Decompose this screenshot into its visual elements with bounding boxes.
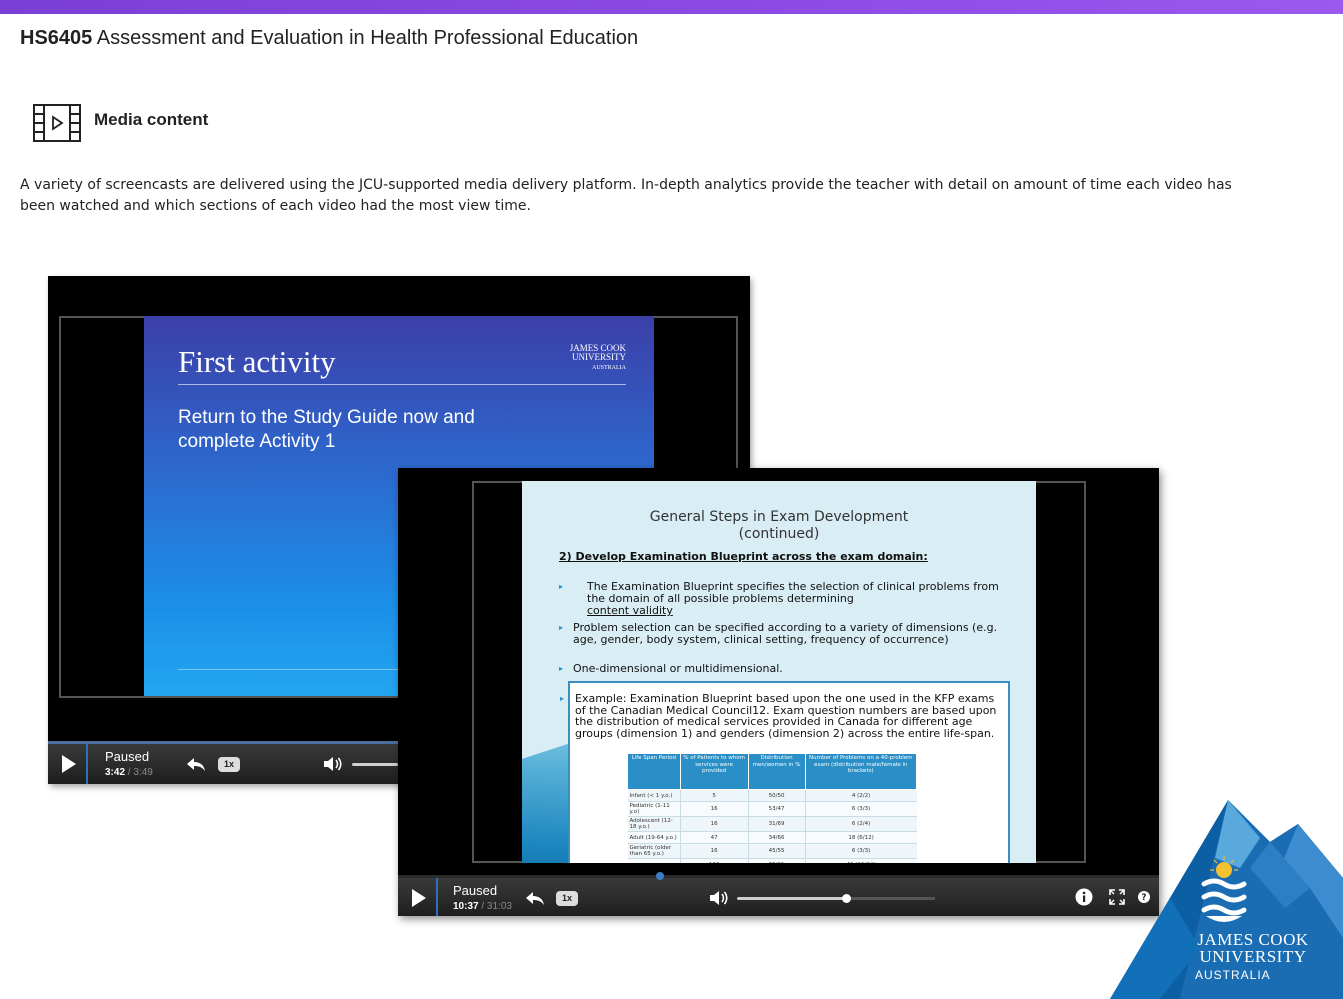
video-player-2[interactable]: General Steps in Exam Development (contin… <box>398 468 1159 916</box>
table-row: 10039/6140 (16/24) <box>627 858 917 863</box>
table-row: Infant (< 1 y.o.) 5 50/50 4 (2/2) <box>627 789 917 802</box>
table-header: Number of Problems on a 40-problem exam … <box>804 753 918 790</box>
table-row: Adolescent (12-18 y.o.) 16 31/69 6 (2/4) <box>627 816 917 832</box>
time-display: 3:42 / 3:49 <box>105 767 153 778</box>
slide-text: Return to the Study Guide now and comple… <box>178 407 475 452</box>
table-cell: 53/47 <box>747 801 806 817</box>
blueprint-table: Life Span Period% of Patients to whom se… <box>627 753 918 863</box>
table-cell: 6 (2/4) <box>804 816 917 832</box>
slide-exam-development: General Steps in Exam Development (contin… <box>522 481 1036 863</box>
page-title: HS6405 Assessment and Evaluation in Heal… <box>20 27 638 50</box>
table-row: Geriatric (older than 65 y.o.) 16 45/55 6 (… <box>627 843 917 859</box>
slide-title: First activity <box>178 344 336 379</box>
table-header: % of Patients to whom services were prov… <box>679 753 749 790</box>
slide-divider <box>178 384 626 385</box>
playback-speed-button[interactable]: 1x <box>556 891 578 906</box>
slide-bullet: One-dimensional or multidimensional. <box>559 663 1019 676</box>
video-film-icon <box>33 104 81 142</box>
jcu-logo-text: JAMES COOK UNIVERSITY AUSTRALIA <box>1195 930 1309 982</box>
table-cell: 6 (3/3) <box>804 843 917 859</box>
table-cell: 6 (3/3) <box>804 801 917 817</box>
table-header: Life Span Period <box>627 753 681 790</box>
course-code: HS6405 <box>20 27 93 49</box>
table-cell: 5 <box>679 789 749 802</box>
top-accent-bar <box>0 0 1343 14</box>
time-current: 3:42 <box>105 767 126 778</box>
table-cell: Adult (19-64 y.o.) <box>627 831 681 844</box>
play-icon <box>412 889 426 907</box>
play-button[interactable] <box>398 878 438 916</box>
table-row: Pediatric (1-11 y.o) 16 53/47 6 (3/3) <box>627 801 917 817</box>
player-controls: Paused 10:37 / 31:03 1x ? <box>398 872 1159 916</box>
time-total: / 31:03 <box>481 901 512 912</box>
table-row: Adult (19-64 y.o.) 47 34/66 18 (6/12) <box>627 831 917 844</box>
info-icon[interactable] <box>1075 888 1093 906</box>
slide-subheading: 2) Develop Examination Blueprint across … <box>559 550 928 563</box>
section-heading: Media content <box>94 110 209 129</box>
table-cell: 16 <box>679 801 749 817</box>
table-cell: Pediatric (1-11 y.o) <box>627 801 681 817</box>
play-button[interactable] <box>48 744 88 784</box>
table-cell <box>627 858 681 863</box>
rewind-icon[interactable] <box>186 756 206 772</box>
volume-slider[interactable] <box>352 763 398 766</box>
table-cell: 16 <box>679 816 749 832</box>
table-header: Distribution men/women in % <box>747 753 806 790</box>
table-cell: 31/69 <box>747 816 806 832</box>
rewind-icon[interactable] <box>525 890 545 906</box>
example-text: Example: Examination Blueprint based upo… <box>575 692 997 740</box>
table-cell: Adolescent (12-18 y.o.) <box>627 816 681 832</box>
volume-slider-remaining <box>845 897 935 900</box>
table-cell: 45/55 <box>747 843 806 859</box>
table-cell: 18 (6/12) <box>804 831 917 844</box>
volume-slider[interactable] <box>737 894 935 903</box>
example-box: Example: Examination Blueprint based upo… <box>560 681 1010 863</box>
playback-state: Paused <box>105 749 150 764</box>
volume-icon[interactable] <box>709 890 729 906</box>
table-cell: 16 <box>679 843 749 859</box>
volume-slider-handle[interactable] <box>841 894 851 903</box>
play-icon <box>62 755 76 773</box>
progress-bar[interactable] <box>398 875 1159 878</box>
table-cell: 47 <box>679 831 749 844</box>
table-cell: 100 <box>679 858 749 863</box>
table-cell: 40 (16/24) <box>804 858 917 863</box>
time-total: / 3:49 <box>127 767 153 778</box>
table-cell: 50/50 <box>747 789 806 802</box>
table-cell: 34/66 <box>747 831 806 844</box>
time-display: 10:37 / 31:03 <box>453 901 512 912</box>
jcu-logo-small: JAMES COOK UNIVERSITY AUSTRALIA <box>569 343 626 372</box>
intro-paragraph: A variety of screencasts are delivered u… <box>20 177 1232 214</box>
table-cell: Geriatric (older than 65 y.o.) <box>627 843 681 859</box>
slide-title: General Steps in Exam Development (contin… <box>649 509 909 542</box>
course-name: Assessment and Evaluation in Health Prof… <box>96 27 639 49</box>
playback-speed-button[interactable]: 1x <box>218 757 240 772</box>
table-cell: 4 (2/2) <box>804 789 917 802</box>
volume-icon[interactable] <box>323 756 343 772</box>
progress-handle[interactable] <box>656 872 664 880</box>
table-cell: 39/61 <box>747 858 806 863</box>
slide-bullet: Problem selection can be specified accor… <box>559 622 1019 646</box>
jcu-logo: JAMES COOK UNIVERSITY AUSTRALIA <box>1110 798 1343 999</box>
playback-state: Paused <box>453 883 498 898</box>
time-current: 10:37 <box>453 901 479 912</box>
table-cell: Infant (< 1 y.o.) <box>627 789 681 802</box>
